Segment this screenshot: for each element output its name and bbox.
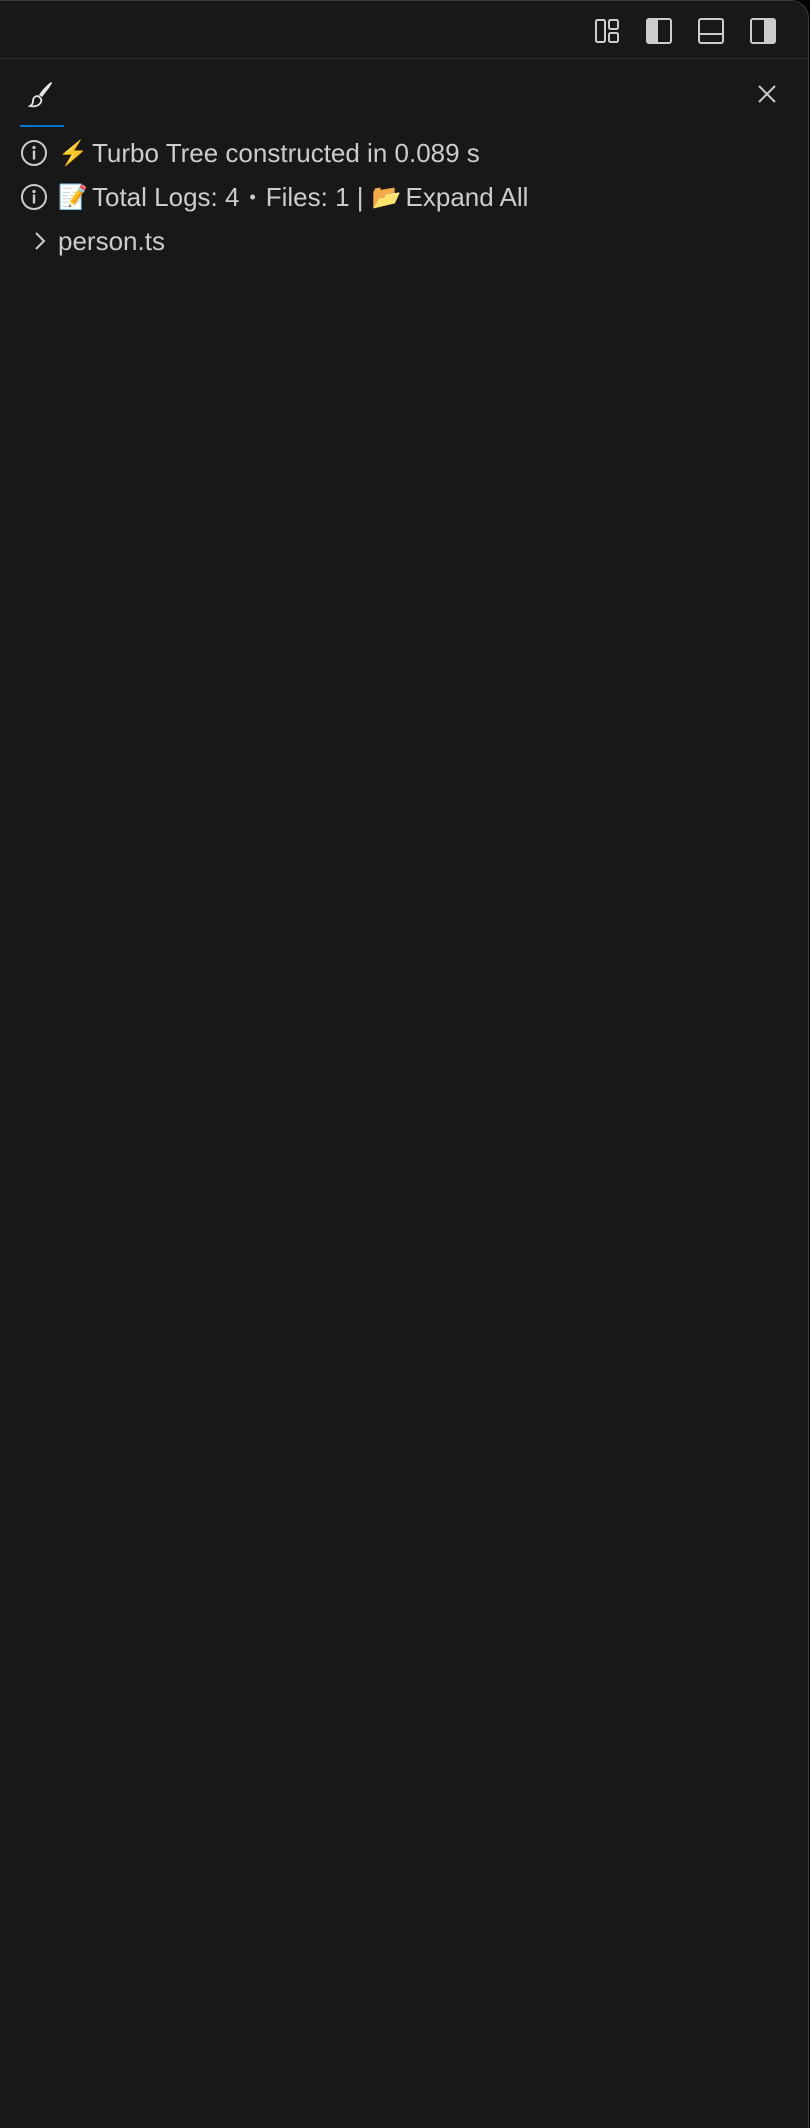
construction-time-text: Turbo Tree constructed in 0.089 s	[92, 137, 480, 168]
info-row-construction-time: ⚡ Turbo Tree constructed in 0.089 s	[0, 131, 808, 175]
toggle-secondary-sidebar-button[interactable]	[748, 16, 778, 46]
bullet-separator: •	[249, 186, 256, 207]
close-icon	[758, 85, 776, 103]
customize-layout-icon	[595, 19, 619, 43]
toggle-primary-sidebar-icon	[646, 18, 672, 44]
title-bar	[0, 1, 808, 59]
memo-icon: 📝	[58, 183, 88, 211]
tree-item-file[interactable]: person.ts	[0, 219, 808, 263]
log-tree: ⚡ Turbo Tree constructed in 0.089 s 📝 To…	[0, 131, 808, 263]
panel-header	[0, 59, 808, 129]
tab-turbo-console-log[interactable]	[20, 59, 64, 129]
info-row-summary: 📝 Total Logs: 4 • Files: 1 | 📂 Expand Al…	[0, 175, 808, 219]
chevron-right-icon[interactable]	[20, 219, 58, 263]
total-logs-text: Total Logs: 4	[92, 181, 240, 212]
customize-layout-button[interactable]	[592, 16, 622, 46]
open-folder-icon: 📂	[371, 183, 402, 211]
active-tab-indicator	[20, 125, 64, 127]
toggle-panel-button[interactable]	[696, 16, 726, 46]
file-name: person.ts	[58, 225, 165, 256]
toggle-panel-icon	[698, 18, 724, 44]
editor-window: ⚡ Turbo Tree constructed in 0.089 s 📝 To…	[0, 0, 809, 2128]
lightning-icon: ⚡	[58, 139, 88, 167]
close-panel-button[interactable]	[754, 81, 780, 107]
info-icon	[20, 175, 58, 219]
brush-icon	[27, 82, 52, 108]
expand-all-button[interactable]: Expand All	[406, 182, 529, 213]
files-count-text: Files: 1 |	[265, 181, 364, 212]
info-icon	[20, 131, 58, 175]
toggle-secondary-sidebar-icon	[750, 18, 776, 44]
toggle-primary-sidebar-button[interactable]	[644, 16, 674, 46]
